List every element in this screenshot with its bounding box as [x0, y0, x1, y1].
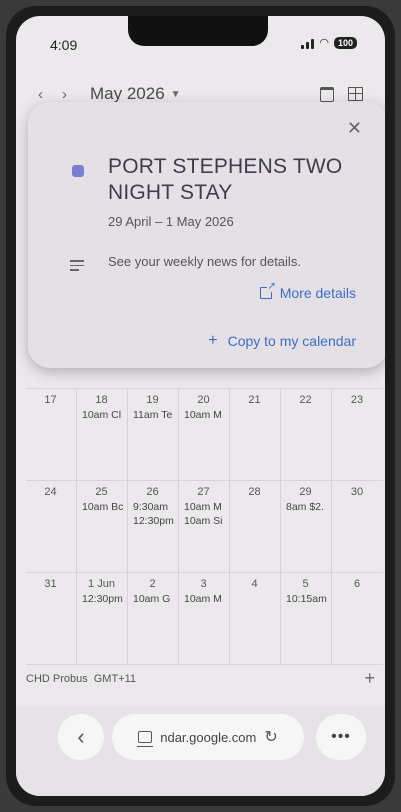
calendar-name: CHD Probus — [26, 672, 88, 685]
more-details-link[interactable]: More details — [259, 281, 356, 301]
event-chip[interactable]: 10am M — [184, 592, 229, 606]
day-cell[interactable]: 31 — [26, 573, 77, 665]
event-chip[interactable]: 10am Si — [184, 514, 229, 528]
day-number: 23 — [350, 394, 364, 406]
day-number: 24 — [44, 486, 57, 498]
day-number: 19 — [146, 394, 159, 406]
day-number: 27 — [197, 486, 210, 498]
camera-notch — [128, 16, 268, 46]
day-number: 22 — [299, 394, 312, 406]
day-number: 31 — [44, 578, 57, 590]
close-icon[interactable]: ✕ — [347, 118, 362, 139]
add-icon[interactable]: + — [364, 668, 375, 689]
event-popup: ✕ PORT STEPHENS TWO NIGHT STAY 29 April … — [28, 102, 385, 368]
day-cell[interactable]: 1 Jun 12:30pm — [77, 573, 128, 665]
day-number: 18 — [95, 394, 108, 406]
day-cell[interactable]: 26 9:30am 12:30pm — [128, 481, 179, 573]
back-button[interactable]: ‹ — [58, 714, 104, 760]
day-cell[interactable]: 19 11am Te — [128, 389, 179, 481]
day-cell[interactable]: 6 — [332, 573, 383, 665]
more-button[interactable]: ••• — [316, 714, 366, 760]
day-cell[interactable]: 21 — [230, 389, 281, 481]
status-icons: ◠ 100 — [301, 36, 357, 49]
event-chip[interactable]: 10am G — [133, 592, 178, 606]
view-controls — [320, 86, 363, 102]
event-chip[interactable]: 12:30pm — [133, 514, 178, 528]
day-cell[interactable]: 5 10:15am — [281, 573, 332, 665]
day-cell[interactable]: 29 8am $2. — [281, 481, 332, 573]
day-cell[interactable]: 17 — [26, 389, 77, 481]
day-number: 17 — [44, 394, 57, 406]
chevron-left-icon[interactable]: ‹ — [38, 86, 62, 103]
day-number: 1 Jun — [88, 578, 115, 590]
description-icon — [70, 260, 84, 274]
event-chip[interactable]: 10am M — [184, 408, 229, 422]
calendar-view-icon[interactable] — [320, 86, 334, 102]
month-title[interactable]: May 2026 — [90, 84, 165, 104]
status-time: 4:09 — [50, 37, 78, 53]
event-chip[interactable]: 12:30pm — [82, 592, 127, 606]
day-number: 6 — [353, 578, 361, 590]
day-cell[interactable]: 3 10am M — [179, 573, 230, 665]
address-bar[interactable]: ndar.google.com ↻ — [112, 714, 304, 760]
event-chip[interactable]: 9:30am — [133, 500, 178, 514]
day-number: 28 — [248, 486, 261, 498]
more-details-label: More details — [279, 285, 356, 301]
browser-toolbar: ‹ ndar.google.com ↻ ••• — [16, 706, 385, 796]
timezone: GMT+11 — [93, 672, 137, 685]
day-number: 5 — [302, 578, 309, 590]
day-number: 29 — [299, 486, 312, 498]
event-title: PORT STEPHENS TWO NIGHT STAY — [108, 155, 343, 204]
event-color-dot — [72, 165, 84, 177]
event-description: See your weekly news for details. — [108, 254, 301, 269]
day-number: 4 — [251, 578, 258, 590]
event-chip[interactable]: 10am Cl — [82, 408, 127, 422]
event-chip[interactable]: 10am Bc — [82, 500, 127, 514]
phone-frame: 4:09 ◠ 100 ‹ › May 2026 ▼ 17 18 10am Cl 19 1… — [6, 6, 395, 806]
screen: 4:09 ◠ 100 ‹ › May 2026 ▼ 17 18 10am Cl 19 1… — [16, 16, 385, 796]
day-number: 26 — [146, 486, 159, 498]
day-number: 30 — [350, 486, 364, 498]
chevron-left-icon: ‹ — [77, 724, 85, 749]
day-cell[interactable]: 2 10am G — [128, 573, 179, 665]
signal-icon — [301, 37, 315, 49]
day-cell[interactable]: 22 — [281, 389, 332, 481]
day-cell[interactable]: 27 10am M 10am Si — [179, 481, 230, 573]
day-number: 20 — [197, 394, 210, 406]
event-chip[interactable]: 10am M — [184, 500, 229, 514]
day-number: 25 — [95, 486, 108, 498]
day-number: 21 — [248, 394, 261, 406]
open-external-icon — [259, 281, 276, 299]
wifi-icon: ◠ — [319, 37, 329, 49]
day-cell[interactable]: 25 10am Bc — [77, 481, 128, 573]
calendar-header: ‹ › May 2026 ▼ — [38, 84, 363, 104]
day-number: 2 — [149, 578, 156, 590]
month-grid: 17 18 10am Cl 19 11am Te 20 10am M 21 22 23 24 25 10… — [26, 388, 383, 665]
url-text: ndar.google.com — [160, 729, 257, 745]
day-cell[interactable]: 30 — [332, 481, 383, 573]
grid-view-icon[interactable] — [348, 87, 363, 101]
caret-down-icon[interactable]: ▼ — [171, 89, 181, 100]
page-settings-icon[interactable] — [137, 731, 154, 747]
day-cell[interactable]: 20 10am M — [179, 389, 230, 481]
day-cell[interactable]: 28 — [230, 481, 281, 573]
day-cell[interactable]: 4 — [230, 573, 281, 665]
day-number: 3 — [200, 578, 207, 590]
battery-icon: 100 — [333, 36, 357, 49]
copy-to-calendar-button[interactable]: + Copy to my calendar — [208, 332, 356, 350]
event-date: 29 April – 1 May 2026 — [108, 214, 234, 229]
event-chip[interactable]: 11am Te — [133, 408, 178, 422]
chevron-right-icon[interactable]: › — [62, 86, 86, 103]
reload-icon[interactable]: ↻ — [264, 727, 277, 747]
event-chip[interactable]: 8am $2. — [286, 500, 331, 514]
plus-icon: + — [208, 332, 218, 349]
day-cell[interactable]: 23 — [332, 389, 383, 481]
day-cell[interactable]: 24 — [26, 481, 77, 573]
day-cell[interactable]: 18 10am Cl — [77, 389, 128, 481]
calendar-footer: CHD Probus GMT+11 + — [26, 668, 375, 689]
copy-to-calendar-label: Copy to my calendar — [227, 333, 356, 349]
event-chip[interactable]: 10:15am — [286, 592, 331, 606]
